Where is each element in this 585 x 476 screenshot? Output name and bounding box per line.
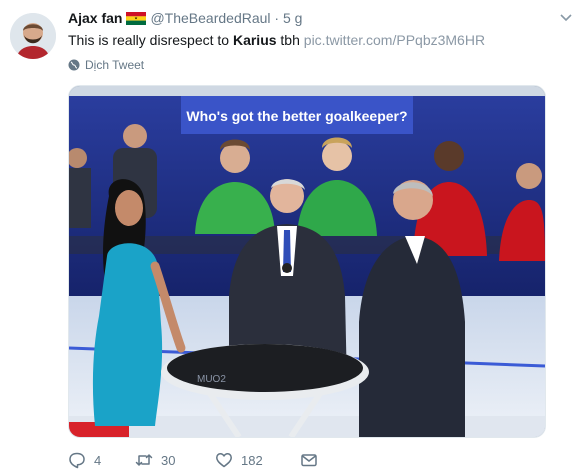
- translate-tweet[interactable]: Dịch Tweet: [68, 58, 144, 72]
- banner-text: Who's got the better goalkeeper?: [186, 108, 407, 124]
- globe-icon: [68, 59, 80, 71]
- media-link[interactable]: pic.twitter.com/PPqbz3M6HR: [304, 32, 485, 48]
- direct-message-button[interactable]: [300, 451, 318, 469]
- tweet-media-photo[interactable]: Who's got the better goalkeeper? MUO2: [68, 85, 546, 438]
- avatar[interactable]: [10, 13, 56, 59]
- separator-dot: ·: [274, 10, 280, 26]
- chevron-down-icon[interactable]: [560, 13, 572, 23]
- mention-karius: Karius: [232, 32, 277, 48]
- tv-studio-image: Who's got the better goalkeeper? MUO2: [69, 86, 545, 437]
- retweet-icon: [135, 454, 153, 466]
- translate-label: Dịch Tweet: [85, 58, 145, 72]
- tweet-actions: 4 30 182: [68, 451, 318, 469]
- retweet-count: 30: [161, 452, 176, 468]
- message-icon: [301, 454, 317, 467]
- timestamp[interactable]: 5 g: [283, 10, 302, 26]
- reply-icon: [69, 452, 85, 469]
- like-button[interactable]: 182: [215, 451, 300, 469]
- reply-button[interactable]: 4: [68, 451, 135, 469]
- tweet-header: Ajax fan @TheBeardedRaul · 5 g: [68, 9, 302, 27]
- reply-count: 4: [94, 452, 102, 468]
- user-handle[interactable]: @TheBeardedRaul: [150, 10, 270, 26]
- like-icon: [216, 453, 232, 468]
- ghana-flag-icon: [126, 12, 147, 25]
- table-text: MUO2: [197, 374, 226, 385]
- like-count: 182: [241, 452, 263, 468]
- retweet-button[interactable]: 30: [135, 451, 215, 469]
- tweet-text: This is really disrespect to Karius tbh …: [68, 31, 485, 49]
- tweet-text-after: tbh: [276, 32, 304, 48]
- avatar-image: [10, 13, 56, 59]
- display-name[interactable]: Ajax fan: [68, 10, 122, 26]
- tweet-text-before: This is really disrespect to: [68, 32, 233, 48]
